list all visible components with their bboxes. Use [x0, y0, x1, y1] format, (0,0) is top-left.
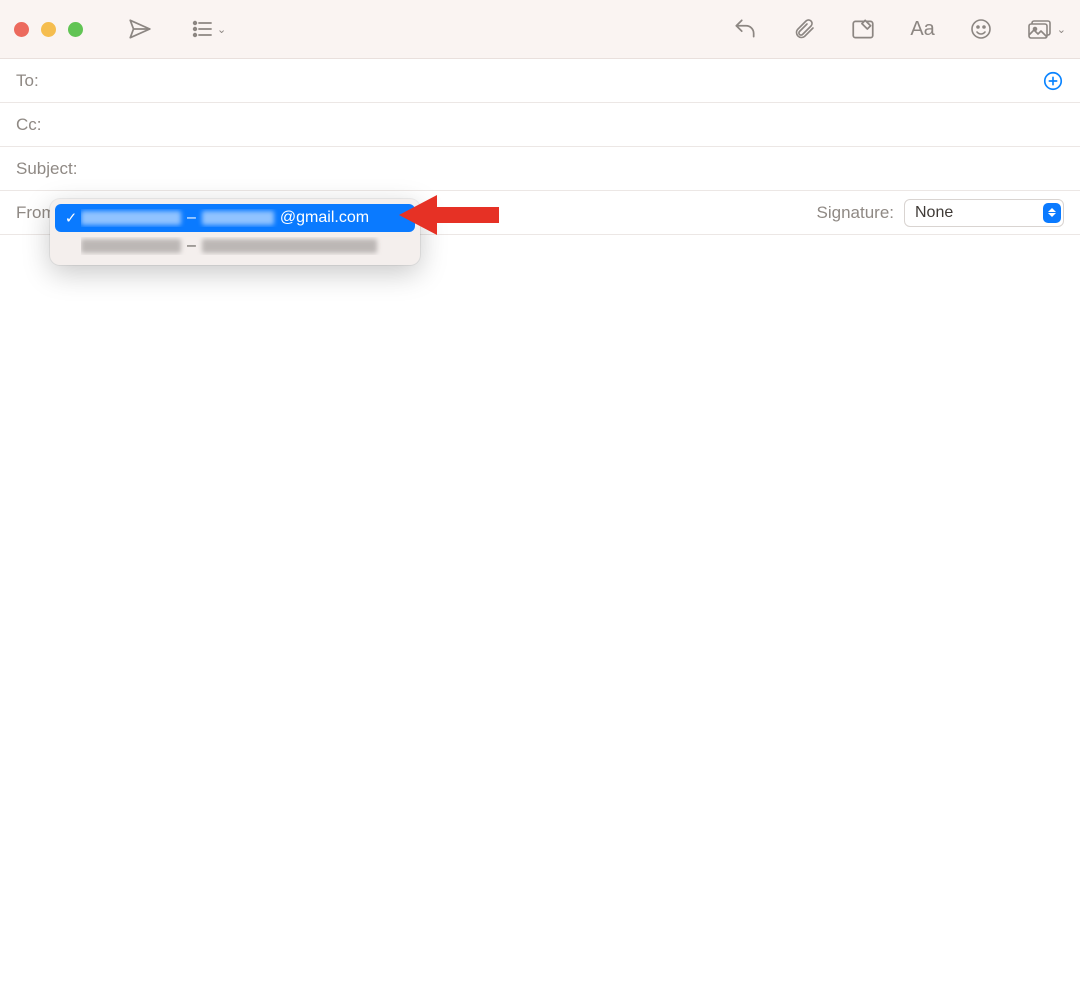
from-account-dropdown[interactable]: ✓ – @gmail.com – — [50, 199, 420, 265]
subject-input[interactable] — [86, 159, 1064, 179]
subject-label: Subject: — [16, 159, 86, 179]
separator: – — [187, 209, 196, 227]
markup-icon[interactable] — [850, 16, 876, 42]
signature-select[interactable]: None — [904, 199, 1064, 227]
redacted-account-name — [81, 239, 181, 253]
add-contact-button[interactable] — [1042, 70, 1064, 92]
format-icon[interactable]: Aa — [910, 18, 934, 41]
attachment-icon[interactable] — [792, 17, 816, 41]
window-titlebar: ⌄ Aa ⌄ — [0, 0, 1080, 59]
redacted-email-prefix — [202, 211, 274, 225]
cc-label: Cc: — [16, 115, 56, 135]
subject-field-row: Subject: — [0, 147, 1080, 191]
chevron-down-icon: ⌄ — [217, 23, 226, 36]
toolbar-left-group: ⌄ — [127, 16, 226, 42]
signature-value: None — [915, 204, 953, 222]
minimize-window-button[interactable] — [41, 22, 56, 37]
redacted-account-name — [81, 211, 181, 225]
signature-label: Signature: — [817, 203, 895, 223]
cc-field-row: Cc: — [0, 103, 1080, 147]
email-suffix: @gmail.com — [280, 209, 369, 227]
toolbar-right-group: Aa ⌄ — [732, 16, 1066, 42]
redacted-email — [202, 239, 377, 253]
header-fields-menu-icon[interactable]: ⌄ — [191, 17, 226, 41]
from-account-option-content: – — [81, 237, 405, 255]
reply-icon[interactable] — [732, 16, 758, 42]
from-account-option-content: – @gmail.com — [81, 209, 405, 227]
from-account-option[interactable]: – — [55, 232, 415, 260]
zoom-window-button[interactable] — [68, 22, 83, 37]
to-field-row: To: — [0, 59, 1080, 103]
window-controls — [14, 22, 83, 37]
updown-arrows-icon — [1043, 203, 1061, 223]
separator: – — [187, 237, 196, 255]
chevron-down-icon: ⌄ — [1057, 23, 1066, 36]
signature-group: Signature: None — [817, 199, 1065, 227]
photo-browser-icon[interactable]: ⌄ — [1027, 17, 1066, 41]
to-label: To: — [16, 71, 56, 91]
emoji-icon[interactable] — [969, 17, 993, 41]
cc-input[interactable] — [56, 115, 1064, 135]
to-input[interactable] — [56, 71, 1042, 91]
checkmark-icon: ✓ — [61, 209, 81, 227]
from-account-option-selected[interactable]: ✓ – @gmail.com — [55, 204, 415, 232]
close-window-button[interactable] — [14, 22, 29, 37]
send-icon[interactable] — [127, 16, 153, 42]
